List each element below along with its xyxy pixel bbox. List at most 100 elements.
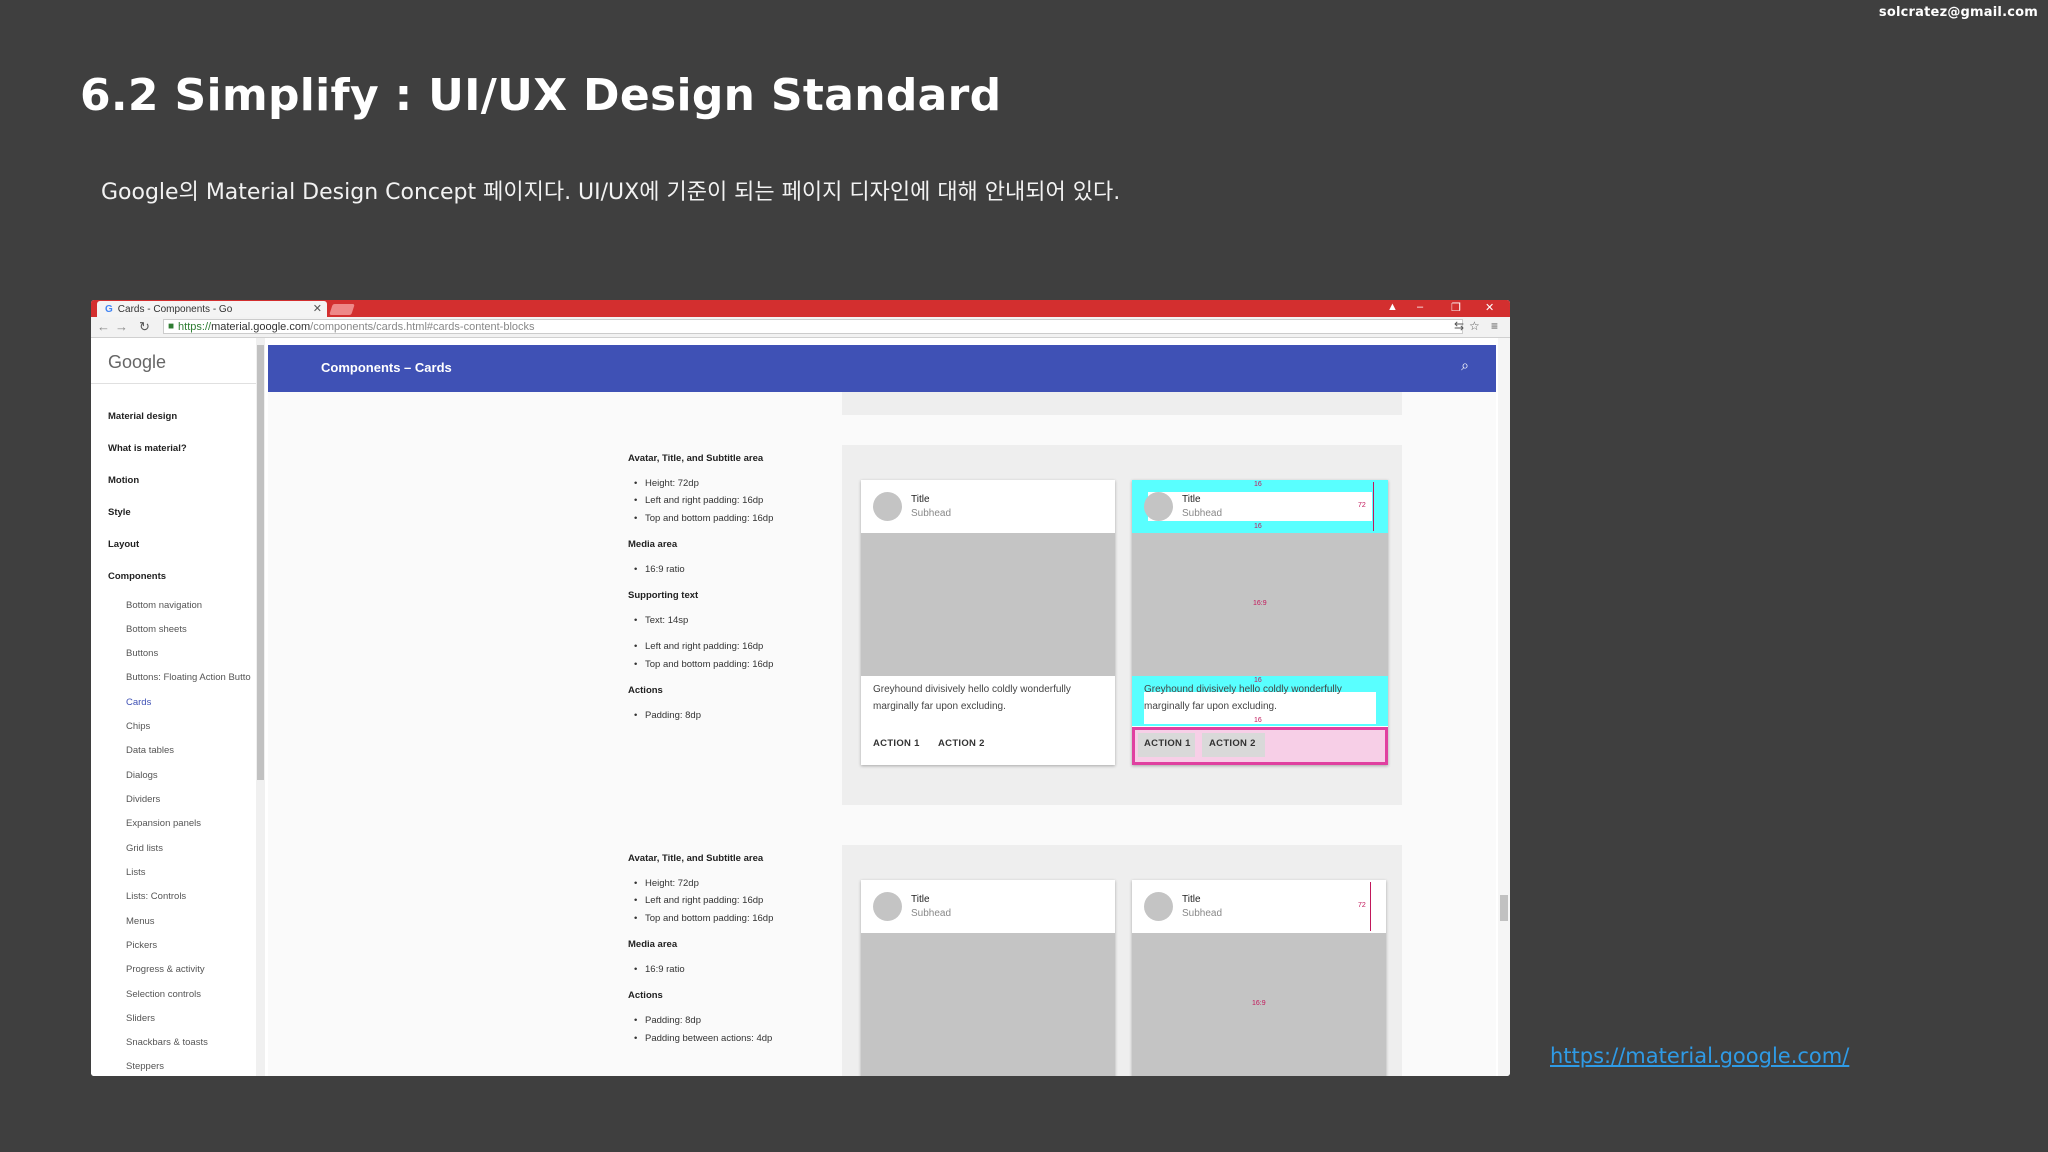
spec-item: Height: 72dp [634, 878, 699, 889]
sidebar-divider [91, 383, 256, 384]
close-window-button[interactable]: ✕ [1485, 301, 1494, 314]
spec-item: Text: 14sp [634, 615, 688, 626]
bookmark-star-icon[interactable]: ☆ [1469, 319, 1480, 333]
padding-annotation: 16 [1254, 481, 1262, 488]
sidebar-sub-lists[interactable]: Lists [126, 867, 146, 878]
sidebar-item-motion[interactable]: Motion [108, 475, 139, 486]
example-panel-1: Title Subhead Greyhound divisively hello… [842, 445, 1402, 805]
translate-icon[interactable]: ⇆ [1454, 319, 1464, 333]
avatar [873, 892, 902, 921]
browser-tab[interactable]: G Cards - Components - Go ✕ [97, 301, 327, 317]
sidebar-sub-buttons[interactable]: Buttons [126, 648, 158, 659]
breadcrumb: Components – Cards [321, 360, 452, 375]
padding-annotation: 16 [1254, 677, 1262, 684]
card-supporting-text: Greyhound divisively hello coldly wonder… [873, 684, 1071, 712]
avatar [1144, 892, 1173, 921]
spec-item: Top and bottom padding: 16dp [634, 913, 773, 924]
height-annotation: 72 [1358, 902, 1366, 909]
spec-item: Padding: 8dp [634, 1015, 701, 1026]
spec-item: Top and bottom padding: 16dp [634, 513, 773, 524]
card-annotated-example: Title Subhead 16 16 72 16:9 Greyhound di… [1132, 480, 1388, 765]
card-annotated-example: Title Subhead 72 16:9 [1132, 880, 1386, 1076]
sidebar-sub-sliders[interactable]: Sliders [126, 1013, 155, 1024]
spec-heading-avatar: Avatar, Title, and Subtitle area [628, 453, 764, 464]
card-action-1-button[interactable]: ACTION 1 [1144, 738, 1191, 749]
tab-close-icon[interactable]: ✕ [313, 302, 322, 315]
spec-item: 16:9 ratio [634, 964, 685, 975]
sidebar-sub-bottom-navigation[interactable]: Bottom navigation [126, 600, 202, 611]
example-panel-2: Title Subhead Title Subhead 72 16:9 [842, 845, 1402, 1076]
page-scrollbar-thumb[interactable] [1500, 895, 1508, 921]
card-subhead: Subhead [1182, 908, 1223, 919]
padding-annotation: 16 [1254, 717, 1262, 724]
spec-item: Top and bottom padding: 16dp [634, 659, 773, 670]
sidebar-sub-data-tables[interactable]: Data tables [126, 745, 174, 756]
slide-description: Google의 Material Design Concept 페이지다. UI… [101, 180, 1121, 205]
card-title: Title [911, 494, 930, 505]
browser-titlebar: G Cards - Components - Go ✕ ▲ – ❐ ✕ [91, 300, 1510, 317]
main-content: Avatar, Title, and Subtitle area Height:… [268, 392, 1496, 1076]
sidebar-sub-grid-lists[interactable]: Grid lists [126, 843, 163, 854]
forward-arrow-icon[interactable]: → [115, 319, 128, 334]
card-title: Title [1182, 494, 1201, 505]
back-arrow-icon[interactable]: ← [97, 319, 110, 334]
sidebar-item-components[interactable]: Components [108, 571, 166, 582]
sidebar-item-material-design[interactable]: Material design [108, 411, 177, 422]
spec-heading-media: Media area [628, 539, 678, 550]
maximize-button[interactable]: ❐ [1451, 301, 1461, 314]
sidebar-sub-menus[interactable]: Menus [126, 916, 155, 927]
spec-heading-actions: Actions [628, 685, 663, 696]
card-action-2-button[interactable]: ACTION 2 [938, 738, 985, 749]
card-example: Title Subhead Greyhound divisively hello… [861, 480, 1115, 765]
lock-icon: ■ [168, 321, 175, 332]
new-tab-button[interactable] [329, 304, 355, 315]
sidebar-item-what-is-material[interactable]: What is material? [108, 443, 187, 454]
avatar [873, 492, 902, 521]
card-title: Title [1182, 894, 1201, 905]
user-profile-icon[interactable]: ▲ [1387, 301, 1398, 313]
card-example: Title Subhead [861, 880, 1115, 1076]
sidebar-sub-snackbars[interactable]: Snackbars & toasts [126, 1037, 208, 1048]
sidebar-item-style[interactable]: Style [108, 507, 131, 518]
sidebar-sub-selection-controls[interactable]: Selection controls [126, 989, 201, 1000]
spec-item: Left and right padding: 16dp [634, 641, 763, 652]
spec-heading-supporting-text: Supporting text [628, 590, 699, 601]
tab-title: Cards - Components - Go [117, 303, 233, 315]
card-action-2-button[interactable]: ACTION 2 [1209, 738, 1256, 749]
ratio-annotation: 16:9 [1252, 1000, 1266, 1007]
material-design-link[interactable]: https://material.google.com/ [1550, 1044, 1849, 1068]
spec-item: Height: 72dp [634, 478, 699, 489]
sidebar-sub-dialogs[interactable]: Dialogs [126, 770, 158, 781]
spec-heading-media: Media area [628, 939, 678, 950]
spec-item: Padding between actions: 4dp [634, 1033, 772, 1044]
reload-icon[interactable]: ↻ [139, 319, 150, 335]
sidebar-sub-chips[interactable]: Chips [126, 721, 150, 732]
sidebar-sub-expansion-panels[interactable]: Expansion panels [126, 818, 201, 829]
app-bar: Components – Cards ⌕ [268, 345, 1496, 392]
sidebar-sub-cards[interactable]: Cards [126, 697, 151, 708]
sidebar-sub-bottom-sheets[interactable]: Bottom sheets [126, 624, 187, 635]
card-media [861, 533, 1115, 676]
sidebar-sub-fab[interactable]: Buttons: Floating Action Butto [126, 672, 251, 683]
minimize-button[interactable]: – [1417, 301, 1423, 313]
sidebar-item-layout[interactable]: Layout [108, 539, 139, 550]
page-scrollbar[interactable] [1498, 338, 1510, 1076]
sidebar-sub-steppers[interactable]: Steppers [126, 1061, 164, 1072]
padding-annotation: 16 [1254, 523, 1262, 530]
sidebar-sub-pickers[interactable]: Pickers [126, 940, 157, 951]
height-dimension-line [1373, 482, 1374, 531]
spec-item: Left and right padding: 16dp [634, 495, 763, 506]
url-field[interactable]: ■ https://material.google.com/components… [163, 319, 1463, 334]
sidebar-sub-lists-controls[interactable]: Lists: Controls [126, 891, 186, 902]
example-panel-top [842, 392, 1402, 415]
search-icon[interactable]: ⌕ [1461, 357, 1469, 374]
google-favicon-icon: G [105, 303, 113, 315]
sidebar-scrollbar-thumb[interactable] [257, 345, 264, 780]
google-logo: Google [108, 352, 167, 372]
menu-icon[interactable]: ≡ [1491, 319, 1498, 333]
card-action-1-button[interactable]: ACTION 1 [873, 738, 920, 749]
sidebar-sub-dividers[interactable]: Dividers [126, 794, 160, 805]
card-media [861, 933, 1115, 1076]
spec-heading-avatar: Avatar, Title, and Subtitle area [628, 853, 764, 864]
sidebar-sub-progress[interactable]: Progress & activity [126, 964, 205, 975]
